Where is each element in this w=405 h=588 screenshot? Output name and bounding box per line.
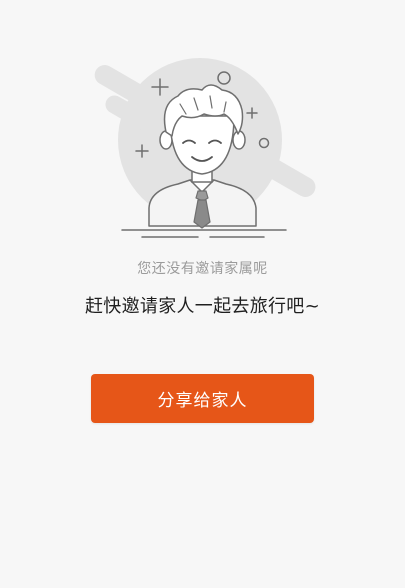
empty-hint-text: 您还没有邀请家属呢	[137, 261, 268, 277]
empty-state: 您还没有邀请家属呢 赶快邀请家人一起去旅行吧~ 分享给家人	[0, 0, 405, 588]
invite-headline: 赶快邀请家人一起去旅行吧~	[85, 296, 320, 317]
share-to-family-button[interactable]: 分享给家人	[91, 374, 314, 423]
person-with-tie-icon	[94, 58, 316, 238]
